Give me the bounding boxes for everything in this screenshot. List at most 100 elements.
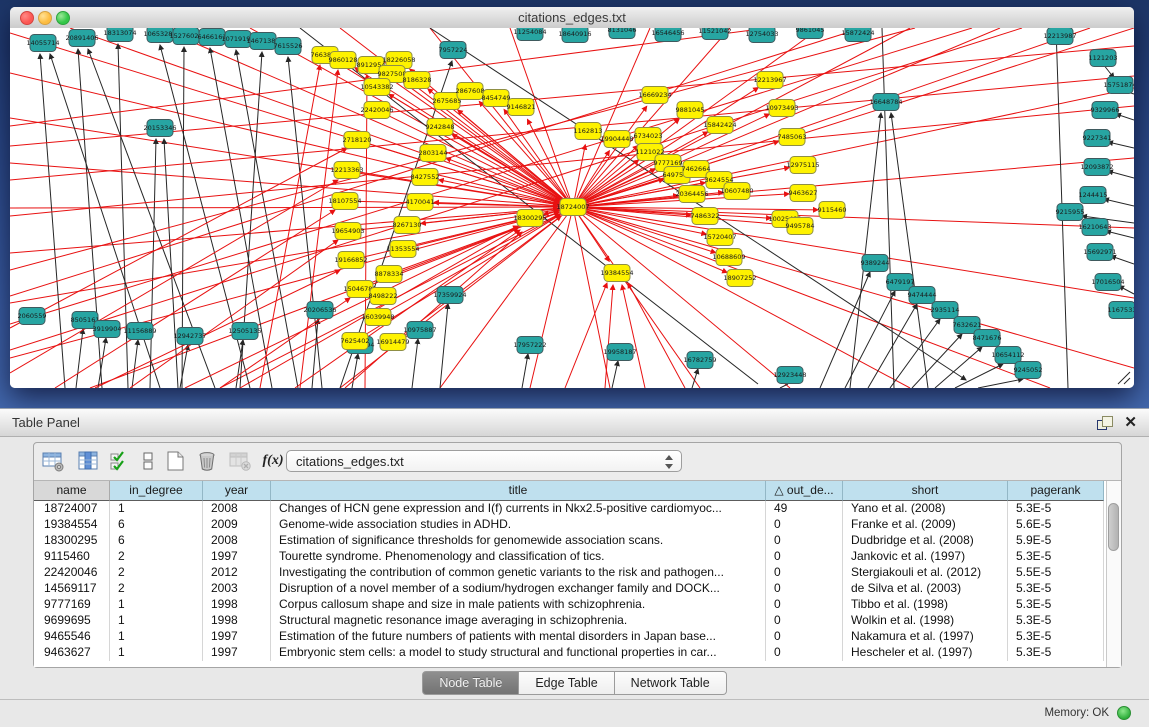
- graph-node[interactable]: 20206536: [303, 302, 336, 319]
- graph-node[interactable]: 9881045: [676, 102, 705, 119]
- graph-node[interactable]: 10973493: [765, 100, 798, 117]
- cell-name[interactable]: 19384554: [34, 517, 110, 533]
- cell-pagerank[interactable]: 5.5E-5: [1008, 565, 1104, 581]
- graph-node[interactable]: 20891406: [65, 30, 98, 47]
- graph-node[interactable]: 19958187: [603, 344, 636, 361]
- graph-node[interactable]: 9495784: [786, 218, 815, 235]
- graph-node[interactable]: 12923448: [773, 367, 806, 384]
- column-header-year[interactable]: year: [203, 481, 271, 501]
- cell-outde[interactable]: 0: [766, 565, 843, 581]
- cell-outde[interactable]: 0: [766, 613, 843, 629]
- graph-node[interactable]: 8878334: [375, 266, 404, 283]
- cell-outde[interactable]: 0: [766, 517, 843, 533]
- cell-short[interactable]: Stergiakouli et al. (2012): [843, 565, 1008, 581]
- graph-node[interactable]: 10607480: [720, 183, 753, 200]
- graph-node[interactable]: 11254084: [513, 28, 546, 41]
- cell-indegree[interactable]: 1: [110, 645, 203, 661]
- graph-node[interactable]: 8186328: [403, 72, 432, 89]
- memory-status-icon[interactable]: [1117, 706, 1131, 720]
- cell-outde[interactable]: 0: [766, 597, 843, 613]
- graph-node[interactable]: 8427552: [411, 169, 440, 186]
- cell-short[interactable]: Wolkin et al. (1998): [843, 613, 1008, 629]
- cell-title[interactable]: Tourette syndrome. Phenomenology and cla…: [271, 549, 766, 565]
- cell-outde[interactable]: 0: [766, 533, 843, 549]
- cell-pagerank[interactable]: 5.3E-5: [1008, 645, 1104, 661]
- cell-year[interactable]: 2009: [203, 517, 271, 533]
- graph-node[interactable]: 3919904: [93, 321, 122, 338]
- graph-node[interactable]: 9242848: [426, 119, 455, 136]
- cell-name[interactable]: 22420046: [34, 565, 110, 581]
- cell-year[interactable]: 1997: [203, 629, 271, 645]
- graph-node[interactable]: 18107554: [328, 193, 361, 210]
- cell-indegree[interactable]: 2: [110, 565, 203, 581]
- cell-short[interactable]: de Silva et al. (2003): [843, 581, 1008, 597]
- cell-name[interactable]: 9115460: [34, 549, 110, 565]
- cell-indegree[interactable]: 1: [110, 501, 203, 517]
- graph-node[interactable]: 7485063: [778, 129, 807, 146]
- graph-node[interactable]: 12213967: [753, 72, 786, 89]
- graph-node[interactable]: 1167533: [1108, 302, 1134, 319]
- cell-title[interactable]: Investigating the contribution of common…: [271, 565, 766, 581]
- cell-short[interactable]: Dudbridge et al. (2008): [843, 533, 1008, 549]
- graph-node[interactable]: 20364456: [675, 186, 708, 203]
- cell-short[interactable]: Jankovic et al. (1997): [843, 549, 1008, 565]
- cell-pagerank[interactable]: 5.3E-5: [1008, 501, 1104, 517]
- cell-name[interactable]: 18724007: [34, 501, 110, 517]
- graph-node[interactable]: 14055714: [26, 35, 59, 52]
- cell-year[interactable]: 2008: [203, 533, 271, 549]
- cell-pagerank[interactable]: 5.6E-5: [1008, 517, 1104, 533]
- cell-pagerank[interactable]: 5.9E-5: [1008, 533, 1104, 549]
- graph-node[interactable]: 17957222: [513, 337, 546, 354]
- delete-rows-trash-icon[interactable]: [194, 449, 220, 473]
- graph-node[interactable]: 16669234: [638, 87, 671, 104]
- cell-pagerank[interactable]: 5.3E-5: [1008, 613, 1104, 629]
- table-row[interactable]: 1830029562008Estimation of significance …: [34, 533, 1106, 549]
- table-row[interactable]: 911546021997Tourette syndrome. Phenomeno…: [34, 549, 1106, 565]
- graph-node[interactable]: 7486322: [691, 208, 720, 225]
- graph-node[interactable]: 1244415: [1079, 187, 1108, 204]
- graph-node[interactable]: 11353554: [386, 241, 419, 258]
- graph-node[interactable]: 7625402: [341, 333, 370, 350]
- graph-node[interactable]: 4170041: [406, 194, 435, 211]
- cell-indegree[interactable]: 2: [110, 581, 203, 597]
- float-panel-icon[interactable]: [1097, 416, 1113, 430]
- graph-node[interactable]: 19166852: [334, 252, 367, 269]
- cell-year[interactable]: 1997: [203, 645, 271, 661]
- graph-node[interactable]: 12942737: [173, 328, 206, 345]
- cell-name[interactable]: 9699695: [34, 613, 110, 629]
- graph-node[interactable]: 17016504: [1091, 274, 1124, 291]
- table-row[interactable]: 969969511998Structural magnetic resonanc…: [34, 613, 1106, 629]
- graph-node[interactable]: 9463627: [789, 185, 818, 202]
- graph-node[interactable]: 15872424: [841, 28, 874, 42]
- graph-node[interactable]: 9227341: [1083, 130, 1112, 147]
- graph-node[interactable]: 9861045: [796, 28, 825, 39]
- cell-year[interactable]: 2008: [203, 501, 271, 517]
- graph-node[interactable]: 16914479: [376, 334, 409, 351]
- cell-indegree[interactable]: 6: [110, 533, 203, 549]
- cell-short[interactable]: Hescheler et al. (1997): [843, 645, 1008, 661]
- graph-node[interactable]: 19654903: [331, 223, 364, 240]
- graph-node[interactable]: 18907252: [723, 270, 756, 287]
- graph-node[interactable]: 20153346: [143, 120, 176, 137]
- graph-node[interactable]: 18640916: [558, 28, 591, 43]
- cell-year[interactable]: 1998: [203, 613, 271, 629]
- cell-pagerank[interactable]: 5.3E-5: [1008, 629, 1104, 645]
- cell-name[interactable]: 9777169: [34, 597, 110, 613]
- graph-node[interactable]: 10543382: [360, 79, 393, 96]
- select-columns-icon[interactable]: [75, 449, 101, 473]
- graph-node[interactable]: 16782759: [683, 352, 716, 369]
- graph-node[interactable]: 2867608: [456, 83, 485, 100]
- cell-outde[interactable]: 0: [766, 629, 843, 645]
- scrollbar-thumb[interactable]: [1108, 503, 1119, 551]
- cell-outde[interactable]: 0: [766, 549, 843, 565]
- table-selector-dropdown[interactable]: citations_edges.txt: [286, 450, 682, 472]
- cell-year[interactable]: 1998: [203, 597, 271, 613]
- graph-node[interactable]: 9245052: [1014, 362, 1043, 379]
- graph-node[interactable]: 16648784: [869, 94, 902, 111]
- tab-network-table[interactable]: Network Table: [615, 671, 727, 695]
- cell-name[interactable]: 18300295: [34, 533, 110, 549]
- table-row[interactable]: 946362711997Embryonic stem cells: a mode…: [34, 645, 1106, 661]
- window-titlebar[interactable]: citations_edges.txt: [10, 7, 1134, 29]
- cell-indegree[interactable]: 1: [110, 629, 203, 645]
- graph-node[interactable]: 15842424: [703, 117, 736, 134]
